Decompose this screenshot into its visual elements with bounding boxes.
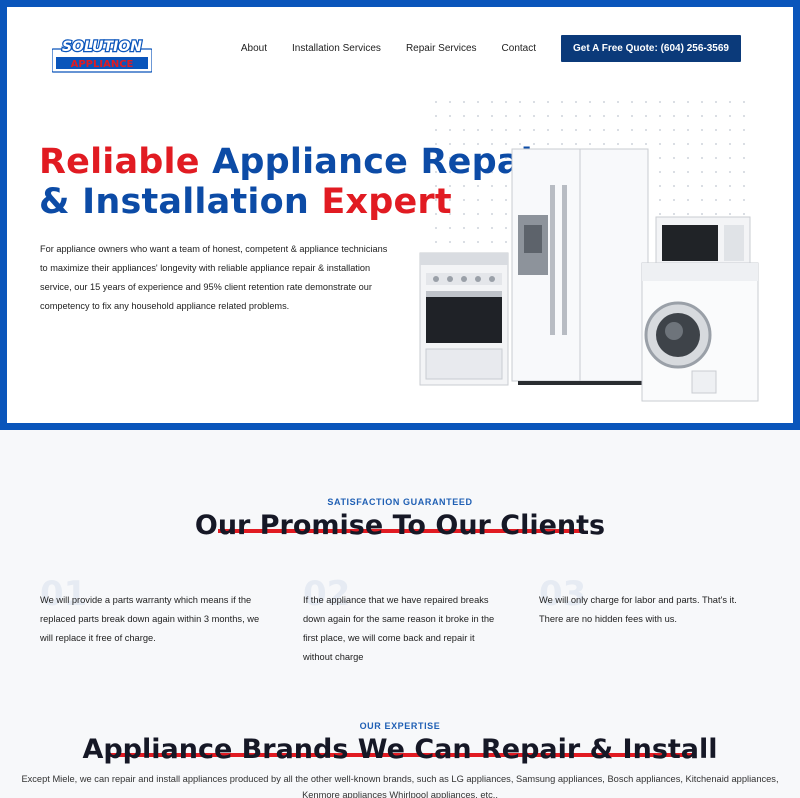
brands-description: Except Miele, we can repair and install … [21,774,779,798]
microwave-illustration [655,216,751,268]
hero-title-reliable: Reliable [39,142,200,182]
nav-repair-services[interactable]: Repair Services [406,43,477,54]
fridge-illustration [511,148,649,385]
washer-illustration [641,262,759,402]
promise-kicker: SATISFACTION GUARANTEED [327,497,473,507]
brands-kicker: OUR EXPERTISE [359,721,441,731]
hero-description: For appliance owners who want a team of … [40,244,388,311]
hero-section: SOLUTION APPLIANCE About Installation Se… [0,0,800,430]
appliances-image [419,148,759,402]
logo-text-top: SOLUTION [62,39,142,55]
promise-text: If the appliance that we have repaired b… [303,595,495,662]
promise-title: Our Promise To Our Clients [194,510,606,541]
promise-text: We will provide a parts warranty which m… [40,595,260,643]
nav-about[interactable]: About [241,43,267,54]
solution-appliance-logo[interactable]: SOLUTION APPLIANCE [52,37,152,73]
hero-title-installation: & Installation [39,182,309,222]
logo-text-bottom: APPLIANCE [71,59,134,70]
nav-contact[interactable]: Contact [502,43,536,54]
free-quote-button[interactable]: Get A Free Quote: (604) 256-3569 [561,35,741,62]
stove-illustration [419,252,509,386]
brands-title: Appliance Brands We Can Repair & Install [82,734,718,765]
main-nav: About Installation Services Repair Servi… [241,35,741,62]
nav-installation-services[interactable]: Installation Services [292,43,381,54]
promise-text: We will only charge for labor and parts.… [539,595,737,624]
